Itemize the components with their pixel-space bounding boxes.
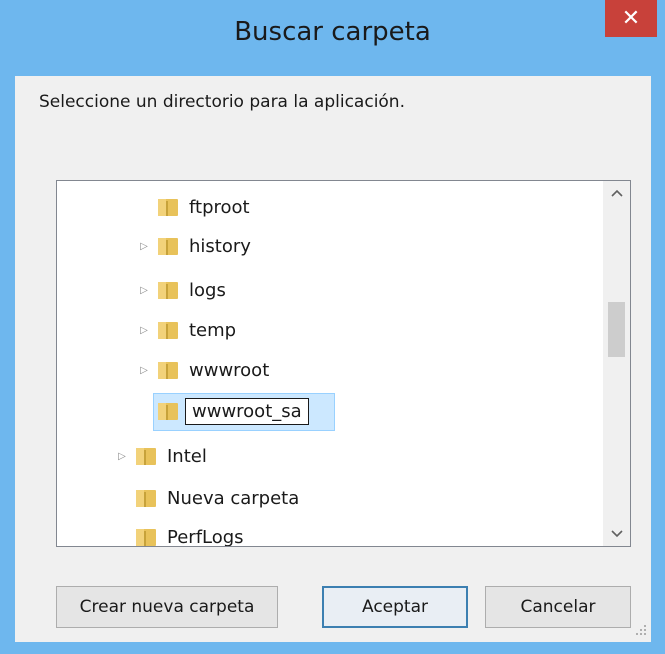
- scroll-down-button[interactable]: [603, 522, 630, 546]
- tree-item-perflogs[interactable]: PerfLogs: [115, 519, 244, 547]
- tree-item-intel[interactable]: ▷ Intel: [115, 438, 207, 474]
- scroll-up-button[interactable]: [603, 181, 630, 205]
- tree-item-wwwroot[interactable]: ▷ wwwroot: [137, 352, 269, 388]
- tree-item-label: wwwroot: [189, 359, 270, 381]
- vertical-scrollbar[interactable]: [603, 181, 630, 546]
- folder-icon: [158, 238, 178, 255]
- title-bar[interactable]: Buscar carpeta ✕: [0, 0, 665, 82]
- tree-item-label: history: [189, 235, 251, 257]
- folder-icon: [158, 322, 178, 339]
- chevron-right-icon[interactable]: ▷: [137, 363, 151, 377]
- chevron-right-icon[interactable]: ▷: [137, 283, 151, 297]
- chevron-right-icon[interactable]: ▷: [137, 239, 151, 253]
- chevron-right-icon[interactable]: ▷: [137, 323, 151, 337]
- prompt-text: Seleccione un directorio para la aplicac…: [39, 92, 405, 112]
- folder-icon: [158, 403, 178, 420]
- tree-item-nueva-carpeta[interactable]: Nueva carpeta: [115, 480, 299, 516]
- accept-button[interactable]: Aceptar: [322, 586, 468, 628]
- tree-item-logs[interactable]: ▷ logs: [137, 272, 226, 308]
- tree-item-label: temp: [189, 319, 237, 341]
- chevron-down-icon: [610, 530, 623, 538]
- folder-icon: [158, 282, 178, 299]
- tree-item-temp[interactable]: ▷ temp: [137, 312, 236, 348]
- rename-input[interactable]: wwwroot_sa: [185, 397, 309, 425]
- tree-item-label: PerfLogs: [167, 526, 244, 547]
- tree-item-wwwroot-sa[interactable]: wwwroot_sa: [157, 393, 309, 429]
- chevron-right-icon[interactable]: ▷: [115, 449, 129, 463]
- tree-item-label: ftproot: [189, 196, 250, 218]
- tree-item-label: Intel: [167, 445, 207, 467]
- resize-grip-icon[interactable]: [635, 624, 647, 636]
- tree-item-label: logs: [189, 279, 226, 301]
- tree-item-history[interactable]: ▷ history: [137, 228, 251, 264]
- chevron-up-icon: [610, 189, 623, 197]
- tree-item-label: Nueva carpeta: [167, 487, 300, 509]
- scroll-thumb[interactable]: [608, 302, 625, 357]
- browse-folder-dialog: Buscar carpeta ✕ Seleccione un directori…: [0, 0, 665, 654]
- create-folder-button[interactable]: Crear nueva carpeta: [56, 586, 278, 628]
- folder-icon: [136, 529, 156, 546]
- close-button[interactable]: ✕: [605, 0, 657, 37]
- tree-item-ftproot[interactable]: ftproot: [137, 189, 250, 225]
- folder-icon: [158, 199, 178, 216]
- folder-icon: [136, 448, 156, 465]
- cancel-button[interactable]: Cancelar: [485, 586, 631, 628]
- window-title: Buscar carpeta: [234, 17, 431, 47]
- close-icon: ✕: [621, 6, 641, 31]
- folder-tree[interactable]: ftproot ▷ history ▷ logs ▷ temp ▷ wwwroo…: [56, 180, 631, 547]
- folder-icon: [158, 362, 178, 379]
- folder-icon: [136, 490, 156, 507]
